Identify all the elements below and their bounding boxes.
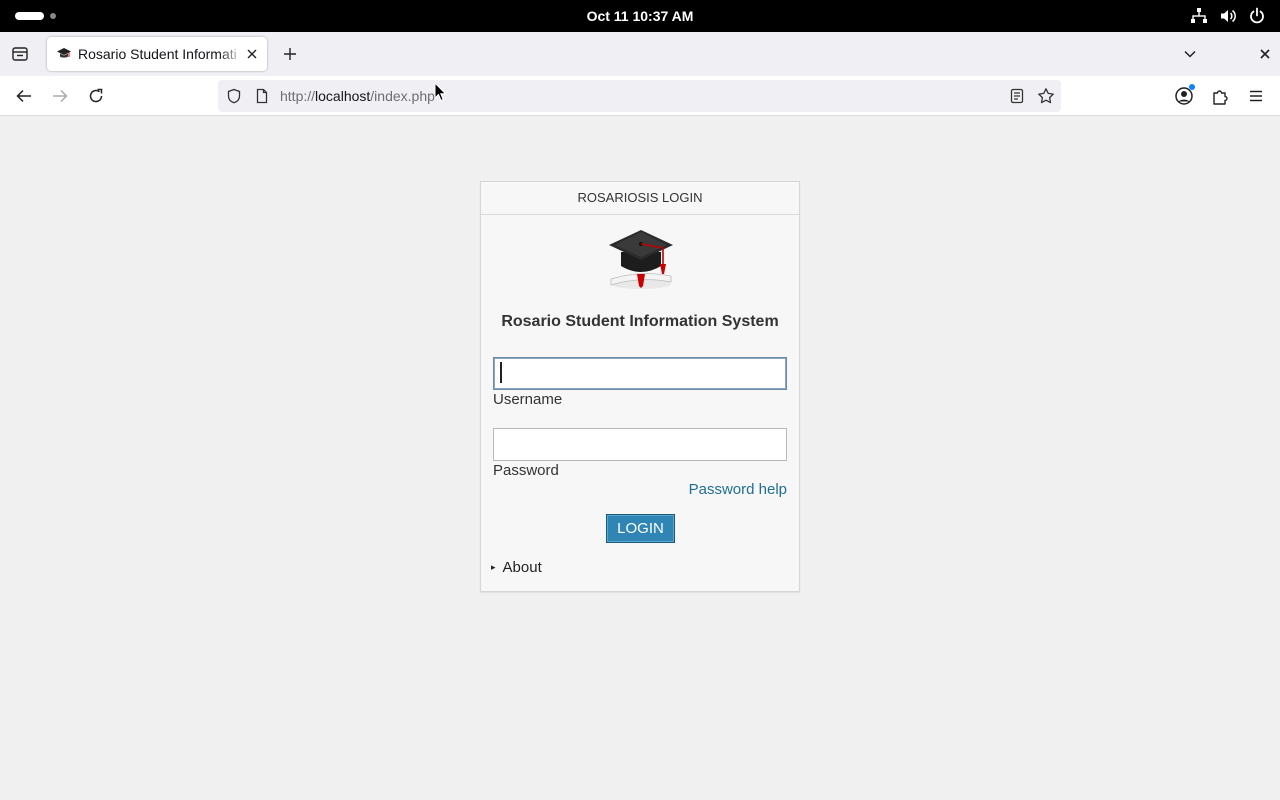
shield-icon[interactable]	[226, 88, 242, 104]
tab-strip: Rosario Student Informati	[0, 32, 1280, 76]
login-header: ROSARIOSIS LOGIN	[481, 182, 799, 215]
password-help-link[interactable]: Password help	[689, 481, 787, 498]
workspace-indicator-active	[15, 12, 44, 20]
network-icon[interactable]	[1190, 7, 1208, 25]
username-input[interactable]	[493, 357, 787, 390]
tab-rosario[interactable]: Rosario Student Informati	[47, 37, 267, 71]
power-icon[interactable]	[1248, 7, 1266, 25]
firefox-view-icon	[12, 47, 28, 61]
about-disclosure[interactable]: ▸ About	[491, 559, 542, 576]
account-notification-dot	[1189, 84, 1195, 90]
clock[interactable]: Oct 11 10:37 AM	[587, 8, 694, 24]
account-button[interactable]	[1172, 84, 1196, 108]
graduation-cap-favicon-icon	[56, 46, 72, 62]
page-info-icon[interactable]	[254, 88, 270, 104]
reload-icon	[89, 88, 103, 103]
puzzle-icon	[1213, 90, 1228, 105]
reload-button[interactable]	[84, 84, 108, 108]
arrow-right-icon	[53, 89, 68, 103]
system-tray[interactable]	[1190, 7, 1266, 25]
password-input[interactable]	[493, 428, 787, 461]
system-name: Rosario Student Information System	[501, 313, 779, 330]
extensions-button[interactable]	[1208, 84, 1232, 108]
url-scheme: http://	[280, 88, 316, 104]
url-text[interactable]: http://localhost/index.php	[280, 80, 435, 112]
chevron-down-icon	[1184, 50, 1196, 58]
firefox-view-button[interactable]	[8, 42, 32, 66]
url-host: localhost	[315, 88, 371, 104]
hamburger-menu-icon	[1250, 90, 1262, 102]
mouse-pointer-icon	[434, 82, 446, 102]
url-bar[interactable]: http://localhost/index.php	[218, 80, 1061, 112]
new-tab-button[interactable]	[279, 43, 301, 65]
activities-button[interactable]	[15, 12, 56, 20]
login-card: ROSARIOSIS LOGIN Rosario Student Informa…	[480, 181, 800, 592]
system-top-bar: Oct 11 10:37 AM	[0, 0, 1280, 32]
list-all-tabs-button[interactable]	[1179, 43, 1201, 65]
app-menu-button[interactable]	[1244, 84, 1268, 108]
url-path: /index.php	[370, 88, 435, 104]
graduation-cap-logo-icon	[609, 230, 673, 289]
forward-button[interactable]	[48, 84, 72, 108]
about-label: About	[502, 559, 542, 576]
password-label: Password	[493, 462, 559, 479]
workspace-indicator-inactive	[50, 13, 56, 19]
tab-close-icon[interactable]	[244, 46, 260, 62]
volume-icon[interactable]	[1219, 7, 1237, 25]
username-label: Username	[493, 391, 563, 408]
reader-view-icon[interactable]	[1009, 88, 1025, 104]
bookmark-star-icon[interactable]	[1037, 87, 1055, 105]
navigation-bar: http://localhost/index.php	[0, 76, 1280, 116]
tab-title: Rosario Student Informati	[78, 46, 237, 62]
arrow-left-icon	[16, 89, 31, 103]
disclosure-triangle-icon: ▸	[491, 562, 496, 572]
window-close-button[interactable]	[1254, 43, 1276, 65]
back-button[interactable]	[12, 84, 36, 108]
close-icon	[1260, 49, 1270, 59]
login-button[interactable]: LOGIN	[606, 514, 675, 543]
plus-icon	[284, 48, 296, 60]
text-caret	[500, 362, 502, 383]
